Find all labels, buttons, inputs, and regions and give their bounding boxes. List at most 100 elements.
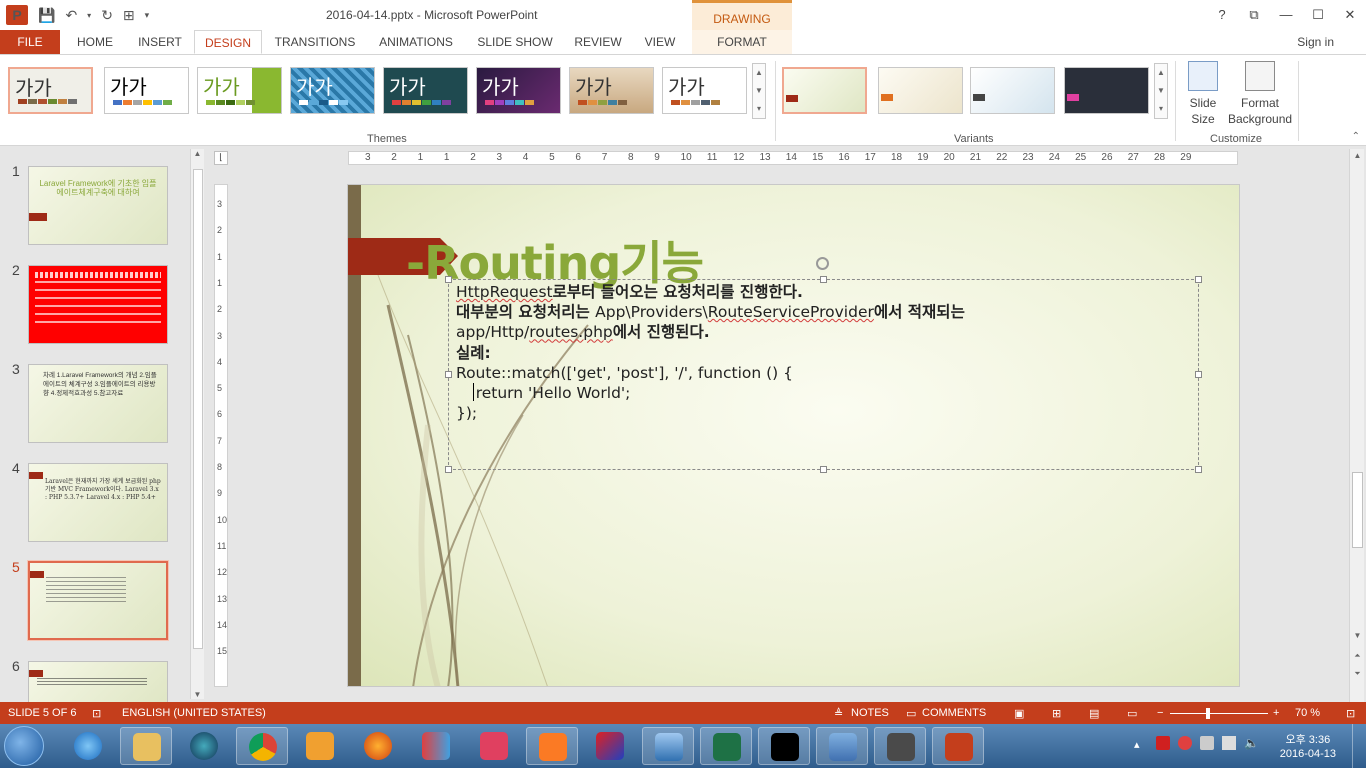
fit-slide-icon[interactable]: ⊡	[1346, 707, 1355, 720]
variant-thumbnail[interactable]	[970, 67, 1055, 114]
xampp-taskbar-icon[interactable]	[526, 727, 578, 765]
notes-button[interactable]: NOTES	[851, 707, 889, 719]
command-prompt-taskbar-icon[interactable]	[758, 727, 810, 765]
spell-check-icon[interactable]: ⊡	[92, 707, 101, 720]
tab-selector[interactable]: ⌊	[214, 151, 228, 165]
tab-review[interactable]: REVIEW	[566, 30, 630, 54]
resize-handle[interactable]	[445, 466, 452, 473]
slide-thumbnail-6[interactable]	[28, 661, 168, 706]
theme-thumbnail[interactable]: 가가	[569, 67, 654, 114]
internet-explorer-taskbar-icon[interactable]	[62, 727, 114, 765]
format-background-button[interactable]: Format Background	[1228, 61, 1292, 127]
sublime-text-taskbar-icon[interactable]	[874, 727, 926, 765]
image-viewer-taskbar-icon[interactable]	[642, 727, 694, 765]
scroll-down-icon[interactable]: ▼	[1155, 82, 1167, 100]
slide-thumbnail-1[interactable]: Laravel Framework에 기초한 임플에이트체계구축에 대하여	[28, 166, 168, 245]
variant-thumbnail[interactable]	[1064, 67, 1149, 114]
network-icon[interactable]	[1222, 736, 1236, 750]
powerpoint-taskbar-icon[interactable]	[932, 727, 984, 765]
resize-handle[interactable]	[820, 466, 827, 473]
theme-thumbnail[interactable]: 가가	[476, 67, 561, 114]
file-explorer-taskbar-icon[interactable]	[120, 727, 172, 765]
start-from-beginning-icon[interactable]: ⊞	[123, 7, 135, 24]
minimize-button[interactable]: —	[1270, 0, 1302, 30]
theme-thumbnail[interactable]: 가가	[383, 67, 468, 114]
scroll-up-icon[interactable]: ▲	[753, 64, 765, 82]
slide-show-icon[interactable]: ▭	[1127, 707, 1137, 720]
tab-format[interactable]: FORMAT	[692, 30, 792, 54]
previous-slide-icon[interactable]: ⏶	[1350, 649, 1365, 663]
firefox-taskbar-icon[interactable]	[352, 727, 404, 765]
normal-view-icon[interactable]: ▣	[1014, 707, 1024, 720]
variant-thumbnail[interactable]	[878, 67, 963, 114]
slide-canvas[interactable]: -Routing기능 HttpRequest로부터 들어오는 요청처리를 진행한…	[347, 184, 1240, 687]
tab-file[interactable]: FILE	[0, 30, 60, 54]
customize-qat-icon[interactable]: ▾	[145, 10, 150, 21]
slide-sorter-icon[interactable]: ⊞	[1052, 707, 1061, 720]
notes-icon[interactable]: ≜	[834, 707, 843, 720]
zoom-out-icon[interactable]: −	[1157, 707, 1163, 719]
theme-thumbnail[interactable]: 가가	[662, 67, 747, 114]
app-taskbar-icon[interactable]	[410, 727, 462, 765]
reading-view-icon[interactable]: ▤	[1089, 707, 1099, 720]
excel-taskbar-icon[interactable]	[700, 727, 752, 765]
next-slide-icon[interactable]: ⏷	[1350, 667, 1365, 681]
resize-handle[interactable]	[1195, 371, 1202, 378]
scrollbar-thumb[interactable]	[193, 169, 203, 649]
close-button[interactable]: ✕	[1334, 0, 1366, 30]
scroll-up-icon[interactable]: ▲	[1350, 149, 1365, 163]
scrollbar-thumb[interactable]	[1352, 472, 1363, 548]
sign-in-link[interactable]: Sign in	[1297, 35, 1334, 49]
comments-icon[interactable]: ▭	[906, 707, 916, 720]
video-player-taskbar-icon[interactable]	[294, 727, 346, 765]
thumbnails-scrollbar[interactable]: ▲ ▼	[190, 149, 204, 699]
save-icon[interactable]: 💾	[38, 7, 55, 24]
variant-thumbnail[interactable]	[782, 67, 867, 114]
tab-animations[interactable]: ANIMATIONS	[368, 30, 464, 54]
more-icon[interactable]: ▾	[753, 100, 765, 118]
more-icon[interactable]: ▾	[1155, 100, 1167, 118]
zoom-level[interactable]: 70 %	[1295, 707, 1320, 719]
scroll-up-icon[interactable]: ▲	[191, 149, 204, 158]
undo-icon[interactable]: ↶	[65, 7, 77, 24]
taskbar-clock[interactable]: 오후 3:36 2016-04-13	[1280, 733, 1336, 761]
resize-handle[interactable]	[445, 276, 452, 283]
variants-gallery-scroll[interactable]: ▲ ▼ ▾	[1154, 63, 1168, 119]
resize-handle[interactable]	[1195, 276, 1202, 283]
slide-body-text[interactable]: HttpRequest로부터 들어오는 요청처리를 진행한다. 대부분의 요청처…	[456, 282, 965, 423]
resize-handle[interactable]	[445, 371, 452, 378]
zoom-slider[interactable]	[1170, 713, 1268, 714]
maximize-button[interactable]: ☐	[1302, 0, 1334, 30]
tab-insert[interactable]: INSERT	[130, 30, 190, 54]
scroll-down-icon[interactable]: ▼	[191, 690, 204, 699]
start-button[interactable]	[4, 726, 44, 766]
theme-thumbnail[interactable]: 가가	[290, 67, 375, 114]
zoom-slider-thumb[interactable]	[1205, 708, 1210, 719]
slide-thumbnail-4[interactable]: Laravel은 현재까지 가장 세계 보급화된 php기반 MVC Frame…	[28, 463, 168, 542]
powerpoint-logo-icon[interactable]: P	[6, 5, 28, 25]
resize-handle[interactable]	[1195, 466, 1202, 473]
tab-view[interactable]: VIEW	[636, 30, 684, 54]
show-hidden-icons-icon[interactable]: ▴	[1134, 738, 1140, 751]
scroll-down-icon[interactable]: ▼	[1350, 629, 1365, 643]
show-desktop-button[interactable]	[1352, 724, 1366, 768]
media-player-taskbar-icon[interactable]	[178, 727, 230, 765]
slide-thumbnail-3[interactable]: 차례 1.Laravel Framework의 개념 2.임플에이트의 체계구성…	[28, 364, 168, 443]
tab-design[interactable]: DESIGN	[194, 30, 262, 54]
comments-button[interactable]: COMMENTS	[922, 707, 986, 719]
chrome-taskbar-icon[interactable]	[236, 727, 288, 765]
theme-thumbnail[interactable]: 가가	[197, 67, 282, 114]
security-icon[interactable]	[1178, 736, 1192, 750]
redo-icon[interactable]: ↻	[101, 7, 113, 24]
slide-thumbnail-2[interactable]	[28, 265, 168, 344]
rotate-handle-icon[interactable]	[816, 257, 829, 270]
theme-thumbnail[interactable]: 가가	[104, 67, 189, 114]
app-taskbar-icon[interactable]	[584, 727, 636, 765]
scroll-down-icon[interactable]: ▼	[753, 82, 765, 100]
collapse-ribbon-icon[interactable]: ⌃	[1352, 131, 1360, 142]
undo-dropdown-icon[interactable]: ▾	[87, 11, 91, 20]
tab-home[interactable]: HOME	[66, 30, 124, 54]
slide-thumbnail-5[interactable]	[27, 560, 169, 641]
tab-slide-show[interactable]: SLIDE SHOW	[470, 30, 560, 54]
language-indicator[interactable]: ENGLISH (UNITED STATES)	[122, 707, 266, 719]
